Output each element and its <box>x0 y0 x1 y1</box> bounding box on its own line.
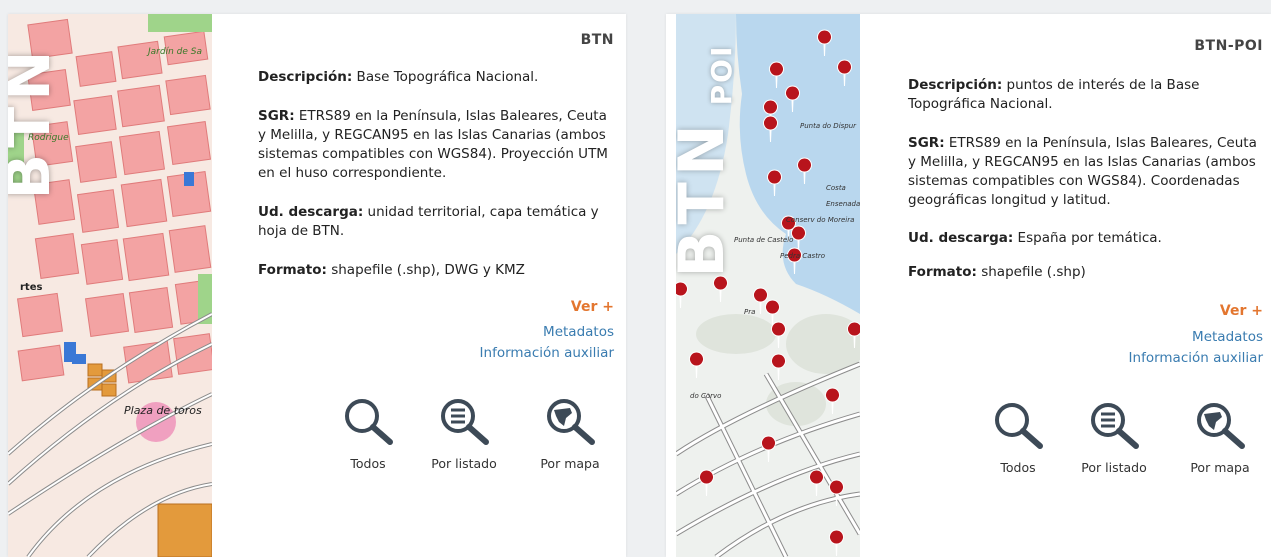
format: Formato: shapefile (.shp) <box>908 263 1263 282</box>
format: Formato: shapefile (.shp), DWG y KMZ <box>258 261 614 280</box>
por-mapa-button[interactable]: Por mapa <box>1180 400 1260 475</box>
format-text: shapefile (.shp) <box>976 264 1086 280</box>
sgr: SGR: ETRS89 en la Península, Islas Balea… <box>258 107 614 183</box>
sgr-text: ETRS89 en la Península, Islas Baleares, … <box>258 108 608 181</box>
search-icon <box>345 399 393 445</box>
todos-button[interactable]: Todos <box>978 400 1058 475</box>
map-label: Punta do Dispur <box>800 122 857 130</box>
ver-mas-link[interactable]: Ver + <box>571 299 614 315</box>
description-label: Descripción: <box>258 69 353 85</box>
map-label: Pra <box>744 308 755 316</box>
map-label: Punta de Castelo <box>734 236 793 244</box>
description: Descripción: puntos de interés de la Bas… <box>908 76 1263 114</box>
format-label: Formato: <box>258 262 327 278</box>
map-label: Costa <box>826 184 846 192</box>
list-search-icon <box>1091 403 1139 449</box>
list-search-icon <box>441 399 489 445</box>
download-unit: Ud. descarga: unidad territorial, capa t… <box>258 203 614 241</box>
product-code: BTN <box>580 32 614 48</box>
todos-button[interactable]: Todos <box>328 396 408 471</box>
map-search-icon <box>1197 403 1245 449</box>
format-text: shapefile (.shp), DWG y KMZ <box>326 262 525 278</box>
sgr-label: SGR: <box>908 135 945 151</box>
btn-poi-thumb-title: BTN <box>676 118 738 278</box>
btn-poi-thumb-subtitle: POI <box>705 44 738 106</box>
map-label: rtes <box>20 282 42 293</box>
map-label: Pedra Castro <box>780 252 825 260</box>
description-label: Descripción: <box>908 77 1003 93</box>
por-listado-label: Por listado <box>431 456 497 471</box>
map-label: Plaza de toros <box>124 404 202 417</box>
map-label: Ensenada <box>826 200 860 208</box>
map-label: Jardín de Sa <box>146 47 202 57</box>
product-card-btn-poi: Punta do Dispur Costa Ensenada Conserv d… <box>666 14 1271 557</box>
info-auxiliar-link[interactable]: Información auxiliar <box>1129 350 1263 366</box>
todos-label: Todos <box>350 456 386 471</box>
por-listado-button[interactable]: Por listado <box>424 396 504 471</box>
description-text: Base Topográfica Nacional. <box>352 69 539 85</box>
sgr-text: ETRS89 en la Península, Islas Baleares, … <box>908 135 1257 208</box>
download-unit-label: Ud. descarga: <box>258 204 364 220</box>
por-mapa-label: Por mapa <box>1190 460 1250 475</box>
map-search-icon <box>547 399 595 445</box>
por-mapa-label: Por mapa <box>540 456 600 471</box>
metadatos-link[interactable]: Metadatos <box>543 324 614 340</box>
download-unit-text: España por temática. <box>1013 230 1162 246</box>
search-icon <box>995 403 1043 449</box>
download-unit: Ud. descarga: España por temática. <box>908 229 1263 248</box>
btn-thumb-title: BTN <box>8 44 64 200</box>
btn-thumbnail[interactable]: Jardín de Sa Rodrigue rtes Plaza de toro… <box>8 14 212 557</box>
btn-poi-thumbnail[interactable]: Punta do Dispur Costa Ensenada Conserv d… <box>676 14 860 557</box>
info-auxiliar-link[interactable]: Información auxiliar <box>480 345 614 361</box>
download-unit-label: Ud. descarga: <box>908 230 1014 246</box>
metadatos-link[interactable]: Metadatos <box>1192 329 1263 345</box>
description: Descripción: Base Topográfica Nacional. <box>258 68 614 87</box>
map-label: Conserv do Moreira <box>786 216 854 224</box>
product-card-btn: Jardín de Sa Rodrigue rtes Plaza de toro… <box>8 14 626 557</box>
format-label: Formato: <box>908 264 977 280</box>
todos-label: Todos <box>1000 460 1036 475</box>
product-code: BTN-POI <box>1194 38 1263 54</box>
map-label: do Corvo <box>690 392 721 400</box>
sgr-label: SGR: <box>258 108 295 124</box>
por-listado-button[interactable]: Por listado <box>1074 400 1154 475</box>
por-mapa-button[interactable]: Por mapa <box>530 396 610 471</box>
ver-mas-link[interactable]: Ver + <box>1220 303 1263 319</box>
por-listado-label: Por listado <box>1081 460 1147 475</box>
sgr: SGR: ETRS89 en la Península, Islas Balea… <box>908 134 1263 210</box>
